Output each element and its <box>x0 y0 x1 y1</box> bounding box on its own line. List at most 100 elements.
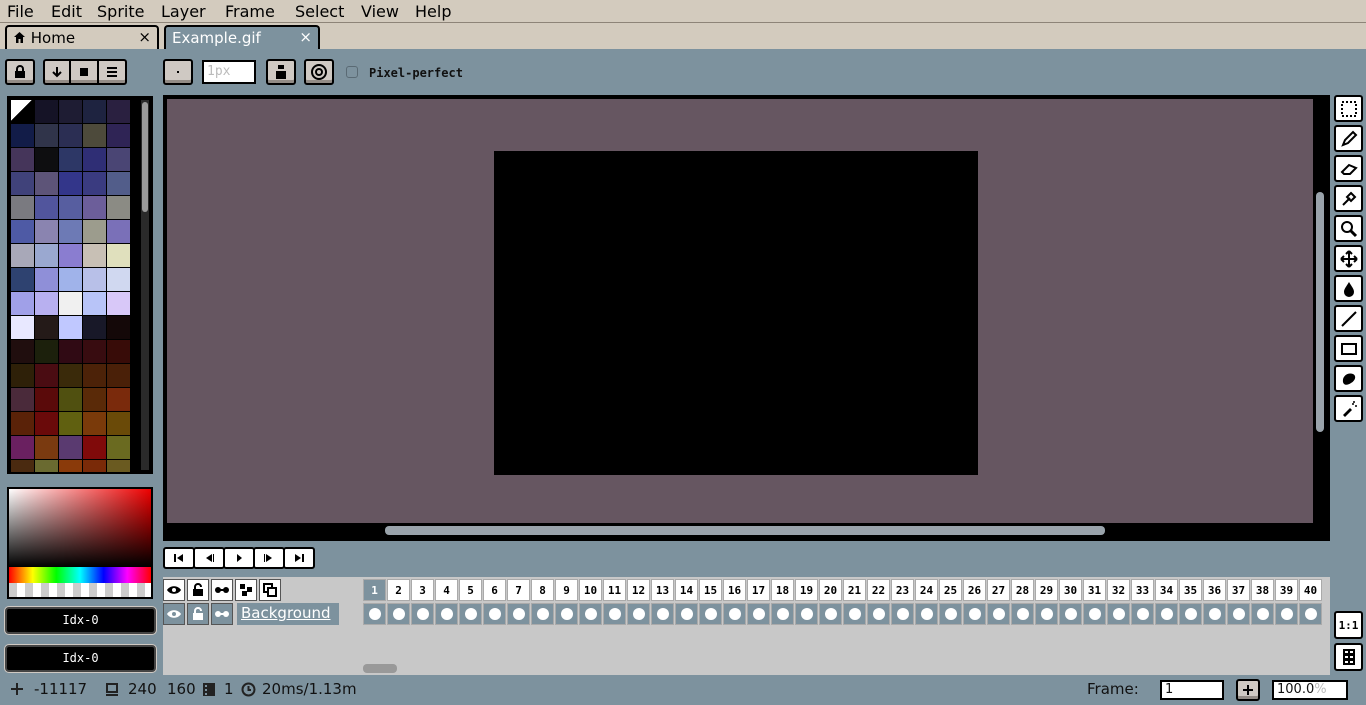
frame-header[interactable]: 37 <box>1227 579 1250 601</box>
palette-swatch[interactable] <box>59 244 82 267</box>
palette-swatch[interactable] <box>107 196 130 219</box>
frame-cel[interactable] <box>891 603 914 625</box>
palette-swatch[interactable] <box>11 292 34 315</box>
palette-swatch[interactable] <box>35 316 58 339</box>
frame-header[interactable]: 36 <box>1203 579 1226 601</box>
frame-header[interactable]: 26 <box>963 579 986 601</box>
first-frame-button[interactable] <box>163 547 195 569</box>
layer-continuous-toggle[interactable] <box>211 603 233 625</box>
frame-header[interactable]: 25 <box>939 579 962 601</box>
palette-swatch[interactable] <box>35 100 58 123</box>
frame-header[interactable]: 20 <box>819 579 842 601</box>
frame-cel[interactable] <box>411 603 434 625</box>
palette-swatch[interactable] <box>35 436 58 459</box>
frame-cel[interactable] <box>363 603 386 625</box>
frame-header[interactable]: 29 <box>1035 579 1058 601</box>
frame-header[interactable]: 27 <box>987 579 1010 601</box>
frame-cel[interactable] <box>1275 603 1298 625</box>
frame-cel[interactable] <box>627 603 650 625</box>
palette-swatch[interactable] <box>59 172 82 195</box>
palette-swatch[interactable] <box>107 100 130 123</box>
palette-swatch[interactable] <box>59 316 82 339</box>
palette-swatch[interactable] <box>11 196 34 219</box>
saturation-value-field[interactable] <box>9 489 151 567</box>
frame-header[interactable]: 19 <box>795 579 818 601</box>
palette-swatch[interactable] <box>83 292 106 315</box>
canvas-area[interactable] <box>167 99 1313 523</box>
palette-swatch[interactable] <box>83 196 106 219</box>
palette-swatch[interactable] <box>107 244 130 267</box>
move-tool[interactable] <box>1334 245 1363 272</box>
palette-swatch[interactable] <box>59 100 82 123</box>
palette-swatch[interactable] <box>11 460 34 472</box>
palette-swatch[interactable] <box>11 244 34 267</box>
timeline-scrollbar[interactable] <box>363 664 397 673</box>
palette-down-button[interactable] <box>43 59 71 85</box>
frame-header[interactable]: 31 <box>1083 579 1106 601</box>
frame-cel[interactable] <box>531 603 554 625</box>
frame-header[interactable]: 30 <box>1059 579 1082 601</box>
palette-swatch[interactable] <box>11 340 34 363</box>
menu-view[interactable]: View <box>361 2 399 21</box>
frame-cel[interactable] <box>651 603 674 625</box>
lock-button[interactable] <box>5 59 35 85</box>
pixel-perfect-checkbox[interactable] <box>346 66 358 78</box>
frame-cel[interactable] <box>987 603 1010 625</box>
frame-header[interactable]: 1 <box>363 579 386 601</box>
line-tool[interactable] <box>1334 305 1363 332</box>
filmstrip-button[interactable] <box>1334 643 1363 671</box>
layer-name-background[interactable]: Background <box>237 603 339 625</box>
palette-swatch[interactable] <box>11 100 34 123</box>
palette-swatch[interactable] <box>59 292 82 315</box>
frame-cel[interactable] <box>1179 603 1202 625</box>
lock-header[interactable] <box>187 579 209 601</box>
previous-frame-button[interactable] <box>193 547 225 569</box>
frame-header[interactable]: 5 <box>459 579 482 601</box>
frame-header[interactable]: 32 <box>1107 579 1130 601</box>
frame-input[interactable]: 1 <box>1160 680 1224 700</box>
palette-swatch[interactable] <box>59 388 82 411</box>
palette-swatch[interactable] <box>35 220 58 243</box>
frame-header[interactable]: 16 <box>723 579 746 601</box>
palette-swatch[interactable] <box>59 436 82 459</box>
frame-header[interactable]: 4 <box>435 579 458 601</box>
palette-swatch[interactable] <box>35 460 58 472</box>
frame-header[interactable]: 18 <box>771 579 794 601</box>
frame-header[interactable]: 21 <box>843 579 866 601</box>
frame-cel[interactable] <box>1083 603 1106 625</box>
palette-swatch[interactable] <box>83 268 106 291</box>
tab-example-gif[interactable]: Example.gif × <box>164 25 320 49</box>
palette-swatch[interactable] <box>11 364 34 387</box>
palette-swatch[interactable] <box>11 148 34 171</box>
frame-header[interactable]: 11 <box>603 579 626 601</box>
brush-size-input[interactable]: 1px <box>202 60 256 84</box>
frame-header[interactable]: 24 <box>915 579 938 601</box>
zoom-tool[interactable] <box>1334 215 1363 242</box>
frame-header[interactable]: 2 <box>387 579 410 601</box>
palette-swatch[interactable] <box>35 172 58 195</box>
frame-cel[interactable] <box>1011 603 1034 625</box>
contour-tool[interactable] <box>1334 365 1363 392</box>
alpha-slider[interactable] <box>9 583 151 597</box>
color-picker[interactable] <box>7 487 153 599</box>
palette-swatch[interactable] <box>59 364 82 387</box>
palette-swatch[interactable] <box>107 292 130 315</box>
onion-skin-header[interactable] <box>259 579 281 601</box>
palette-swatch[interactable] <box>83 388 106 411</box>
menu-frame[interactable]: Frame <box>225 2 275 21</box>
palette-swatch[interactable] <box>35 364 58 387</box>
frame-header[interactable]: 12 <box>627 579 650 601</box>
palette-swatch[interactable] <box>107 436 130 459</box>
frame-header[interactable]: 7 <box>507 579 530 601</box>
eyedropper-tool[interactable] <box>1334 185 1363 212</box>
frame-cel[interactable] <box>1203 603 1226 625</box>
palette-square-button[interactable] <box>69 59 99 85</box>
brush-type-button[interactable] <box>163 59 193 85</box>
fill-tool[interactable] <box>1334 275 1363 302</box>
last-frame-button[interactable] <box>283 547 315 569</box>
frame-header[interactable]: 10 <box>579 579 602 601</box>
frame-header[interactable]: 22 <box>867 579 890 601</box>
palette-swatch[interactable] <box>83 124 106 147</box>
frame-cel[interactable] <box>939 603 962 625</box>
frame-cel[interactable] <box>1131 603 1154 625</box>
